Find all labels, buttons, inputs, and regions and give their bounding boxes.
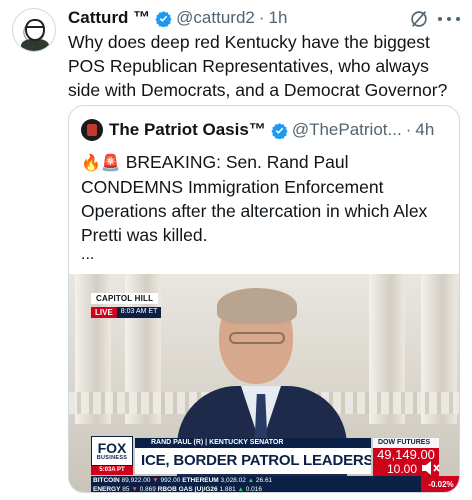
- ticker-value: 3,028.02: [220, 477, 246, 484]
- quoted-text-body: BREAKING: Sen. Rand Paul CONDEMNS Immigr…: [81, 152, 428, 245]
- ticker-row: BITCOIN 89,922.00 ▼ 992.00 ETHEREUM 3,02…: [93, 476, 439, 485]
- network-logo-line1: FOX: [97, 440, 127, 456]
- separator: ·: [258, 8, 265, 27]
- network-logo-line2: BUSINESS: [96, 455, 128, 461]
- ticker-row: ENERGY 85 ▼ 0.869 RBOB GAS (U)/G26 1.881…: [93, 485, 439, 493]
- more-dot: [438, 17, 442, 21]
- author-handle[interactable]: @catturd2: [176, 8, 255, 28]
- ticker-symbol: RBOB GAS (U)/G26: [157, 486, 218, 493]
- grok-icon[interactable]: [408, 8, 430, 30]
- location-label: CAPITOL HILL: [91, 293, 159, 304]
- live-badge: LIVE: [91, 307, 117, 318]
- quoted-author-handle[interactable]: @ThePatriot...: [292, 120, 402, 140]
- dow-percent: -0.02%: [421, 476, 459, 492]
- lower-third: FOX BUSINESS 5:03A PT RAND PAUL (R) | KE…: [69, 434, 459, 493]
- author-name[interactable]: Catturd ™: [68, 8, 150, 28]
- quoted-header: The Patriot Oasis™ @ThePatriot... · 4h: [81, 118, 449, 142]
- tweet[interactable]: Catturd ™ @catturd2 · 1h Why does deep r…: [0, 0, 472, 500]
- quoted-text: 🔥🚨 BREAKING: Sen. Rand Paul CONDEMNS Imm…: [81, 150, 449, 247]
- more-dot: [456, 17, 460, 21]
- ticker-symbol: ENERGY: [93, 486, 121, 493]
- separator: ·: [405, 120, 412, 139]
- headline-chyron: ICE, BORDER PATROL LEADERS TO TESTIFY: [135, 448, 371, 474]
- avatar-glasses: [26, 26, 44, 32]
- location-bug: CAPITOL HILL LIVE 8:03 AM ET: [91, 288, 162, 318]
- tweet-time[interactable]: 1h: [269, 8, 288, 28]
- ticker-down-icon: ▼: [131, 486, 138, 493]
- ticker-value: 85: [122, 486, 130, 493]
- ticker-value: 89,922.00: [121, 477, 151, 484]
- verified-badge-icon: [271, 122, 288, 139]
- speaker-nameplate: RAND PAUL (R) | KENTUCKY SENATOR: [135, 438, 371, 448]
- ticker-up-icon: ▲: [247, 477, 255, 484]
- network-logo: FOX BUSINESS: [91, 436, 133, 466]
- verified-badge-icon: [155, 10, 172, 27]
- market-ticker: BITCOIN 89,922.00 ▼ 992.00 ETHEREUM 3,02…: [91, 476, 439, 493]
- tweet-header: Catturd ™ @catturd2 · 1h: [68, 6, 287, 30]
- ticker-change: 26.61: [255, 477, 273, 484]
- ticker-value: 1.881: [219, 486, 236, 493]
- mute-icon[interactable]: [421, 460, 441, 476]
- author-avatar[interactable]: [12, 8, 56, 52]
- more-icon[interactable]: [438, 8, 460, 30]
- fire-siren-emoji-icon: 🔥🚨: [81, 153, 121, 172]
- quoted-ellipsis: ...: [81, 246, 95, 263]
- quoted-avatar[interactable]: [81, 119, 103, 141]
- bug-time: 8:03 AM ET: [116, 307, 162, 318]
- live-row: LIVE 8:03 AM ET: [91, 307, 162, 318]
- ticker-change: 992.00: [160, 477, 181, 484]
- ticker-change: 0.016: [245, 486, 263, 493]
- ticker-symbol: ETHEREUM: [182, 477, 219, 484]
- ticker-change: 0.869: [139, 486, 156, 493]
- speaker-hair: [217, 288, 297, 324]
- network-time: 5:03A PT: [91, 466, 133, 475]
- video-player[interactable]: CAPITOL HILL LIVE 8:03 AM ET FOX BUSINES…: [69, 274, 459, 493]
- quoted-time[interactable]: 4h: [415, 120, 434, 140]
- quoted-tweet[interactable]: The Patriot Oasis™ @ThePatriot... · 4h 🔥…: [68, 105, 460, 493]
- quoted-author-name[interactable]: The Patriot Oasis™: [109, 120, 266, 140]
- more-dot: [447, 17, 451, 21]
- ticker-down-icon: ▼: [152, 477, 159, 484]
- speaker-glasses: [229, 332, 285, 344]
- ticker-symbol: BITCOIN: [93, 477, 120, 484]
- tweet-text: Why does deep red Kentucky have the bigg…: [68, 32, 448, 100]
- ticker-up-icon: ▲: [237, 486, 244, 493]
